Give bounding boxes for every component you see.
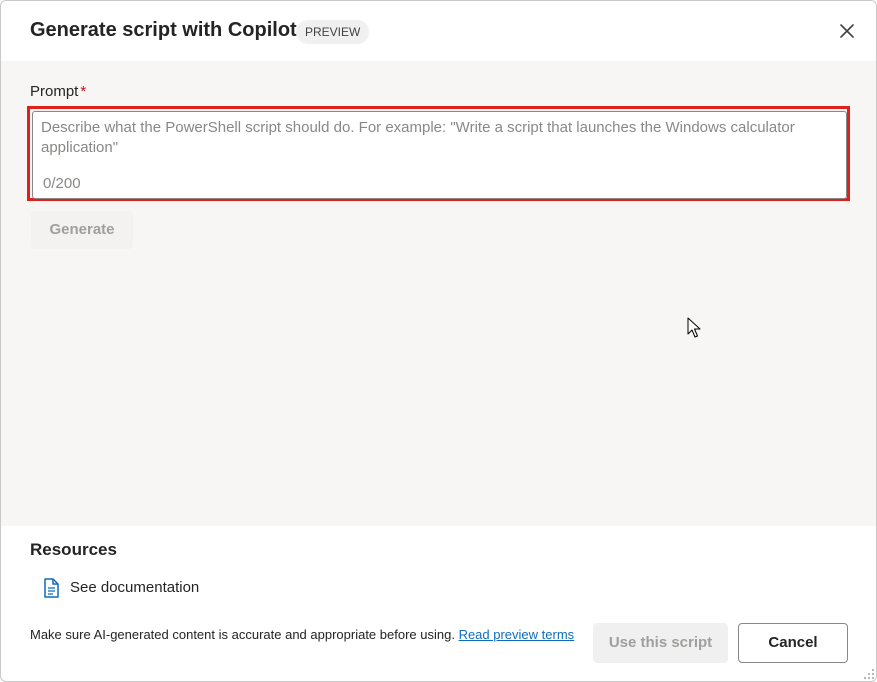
cancel-button[interactable]: Cancel: [738, 623, 848, 663]
prompt-input[interactable]: [41, 118, 831, 166]
close-button[interactable]: [835, 19, 859, 43]
copilot-dialog: Generate script with Copilot PREVIEW Pro…: [0, 0, 877, 682]
close-icon: [840, 24, 854, 38]
disclaimer-text: Make sure AI-generated content is accura…: [30, 627, 455, 642]
resize-grip-icon[interactable]: [863, 668, 875, 680]
prompt-label-text: Prompt: [30, 83, 79, 100]
prompt-field[interactable]: 0/200: [32, 111, 847, 199]
see-documentation-label: See documentation: [70, 579, 200, 596]
dialog-title: Generate script with Copilot: [30, 19, 297, 41]
ai-disclaimer: Make sure AI-generated content is accura…: [30, 626, 575, 644]
character-counter: 0/200: [43, 175, 81, 192]
mouse-pointer-icon: [687, 317, 701, 338]
read-preview-terms-link[interactable]: Read preview terms: [459, 627, 575, 642]
prompt-label: Prompt *: [30, 83, 86, 100]
document-icon: [44, 578, 59, 598]
dialog-header: Generate script with Copilot PREVIEW: [1, 1, 876, 61]
resources-heading: Resources: [30, 540, 117, 559]
dialog-body: Prompt* 0/200 Generate: [1, 61, 876, 526]
use-this-script-button[interactable]: Use this script: [593, 623, 728, 663]
generate-button[interactable]: Generate: [31, 211, 133, 249]
required-marker: *: [80, 83, 87, 100]
preview-badge: PREVIEW: [296, 20, 370, 44]
